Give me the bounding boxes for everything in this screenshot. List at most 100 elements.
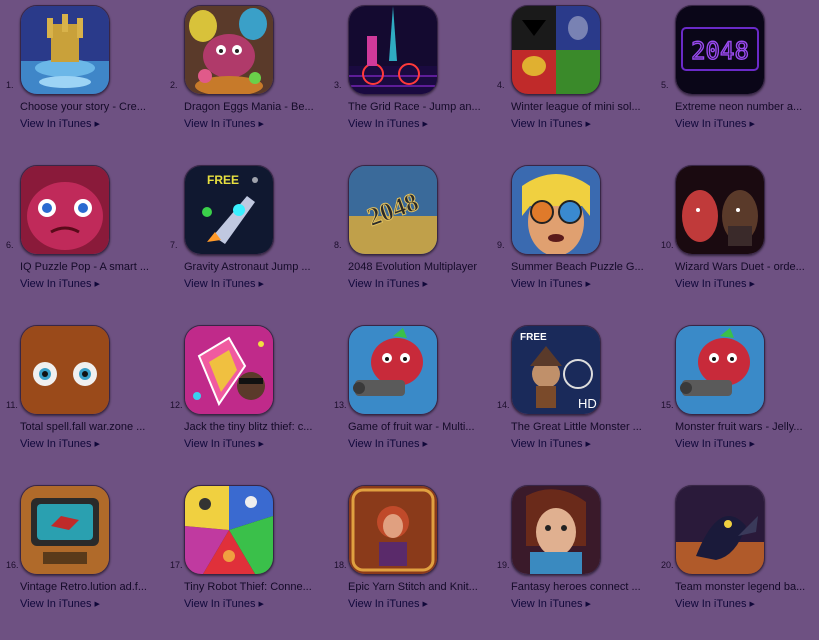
view-in-itunes-link[interactable]: View In iTunes ▶	[348, 278, 428, 290]
app-title[interactable]: Jack the tiny blitz thief: c...	[184, 421, 322, 433]
view-in-itunes-link[interactable]: View In iTunes ▶	[20, 438, 100, 450]
view-in-itunes-label: View In iTunes	[184, 598, 256, 610]
view-in-itunes-link[interactable]: View In iTunes ▶	[675, 438, 755, 450]
rocket-icon[interactable]: FREE	[184, 165, 274, 255]
sunglasses-girl-icon[interactable]	[511, 165, 601, 255]
view-in-itunes-link[interactable]: View In iTunes ▶	[20, 598, 100, 610]
gem-thief-icon[interactable]	[184, 325, 274, 415]
neon-2048-icon[interactable]: 2048	[675, 5, 765, 95]
app-title[interactable]: The Grid Race - Jump an...	[348, 101, 486, 113]
app-rank: 16.	[6, 560, 19, 570]
pink-monster-icon[interactable]	[20, 165, 110, 255]
superhero-masks-icon[interactable]	[511, 5, 601, 95]
chevron-right-icon: ▶	[94, 121, 100, 128]
chevron-right-icon: ▶	[422, 601, 428, 608]
chevron-right-icon: ▶	[749, 281, 755, 288]
app-tile: 1. Choose your story - Cre... View In iTun…	[0, 0, 164, 160]
robot-wheel-icon[interactable]	[184, 485, 274, 575]
2048-evolution-icon[interactable]: 2048	[348, 165, 438, 255]
fruit-gunner-icon[interactable]	[675, 325, 765, 415]
view-in-itunes-label: View In iTunes	[20, 438, 92, 450]
app-title[interactable]: Monster fruit wars - Jelly...	[675, 421, 813, 433]
view-in-itunes-link[interactable]: View In iTunes ▶	[184, 438, 264, 450]
castle-icon[interactable]	[20, 5, 110, 95]
view-in-itunes-label: View In iTunes	[20, 598, 92, 610]
app-rank: 14.	[497, 400, 510, 410]
orange-eyes-icon[interactable]	[20, 325, 110, 415]
view-in-itunes-link[interactable]: View In iTunes ▶	[348, 118, 428, 130]
view-in-itunes-link[interactable]: View In iTunes ▶	[511, 278, 591, 290]
view-in-itunes-link[interactable]: View In iTunes ▶	[184, 118, 264, 130]
view-in-itunes-link[interactable]: View In iTunes ▶	[20, 278, 100, 290]
svg-text:2048: 2048	[691, 37, 749, 65]
view-in-itunes-label: View In iTunes	[675, 438, 747, 450]
app-tile: 7. FREE Gravity Astronaut Jump ... View In …	[164, 160, 328, 320]
app-rank: 3.	[334, 80, 342, 90]
chevron-right-icon: ▶	[585, 601, 591, 608]
view-in-itunes-label: View In iTunes	[20, 278, 92, 290]
app-title[interactable]: Summer Beach Puzzle G...	[511, 261, 649, 273]
dragon-eggs-icon[interactable]	[184, 5, 274, 95]
wizard-faces-icon[interactable]	[675, 165, 765, 255]
app-tile: 11. Total spell.fall war.zone ... View In …	[0, 320, 164, 480]
app-title[interactable]: Dragon Eggs Mania - Be...	[184, 101, 322, 113]
app-tile: 5. 2048 Extreme neon number a... View In iT…	[655, 0, 819, 160]
view-in-itunes-label: View In iTunes	[511, 438, 583, 450]
chevron-right-icon: ▶	[585, 441, 591, 448]
chevron-right-icon: ▶	[749, 121, 755, 128]
app-title[interactable]: IQ Puzzle Pop - A smart ...	[20, 261, 158, 273]
app-title[interactable]: Choose your story - Cre...	[20, 101, 158, 113]
app-rank: 5.	[661, 80, 669, 90]
view-in-itunes-link[interactable]: View In iTunes ▶	[675, 598, 755, 610]
chevron-right-icon: ▶	[585, 281, 591, 288]
app-rank: 15.	[661, 400, 674, 410]
view-in-itunes-link[interactable]: View In iTunes ▶	[348, 598, 428, 610]
app-tile: 10. Wizard Wars Duet - orde... View In iTu…	[655, 160, 819, 320]
yarn-girl-icon[interactable]	[348, 485, 438, 575]
view-in-itunes-link[interactable]: View In iTunes ▶	[675, 278, 755, 290]
monster-legend-icon[interactable]	[675, 485, 765, 575]
app-title[interactable]: Team monster legend ba...	[675, 581, 813, 593]
view-in-itunes-link[interactable]: View In iTunes ▶	[348, 438, 428, 450]
view-in-itunes-label: View In iTunes	[184, 278, 256, 290]
app-title[interactable]: Tiny Robot Thief: Conne...	[184, 581, 322, 593]
chevron-right-icon: ▶	[749, 601, 755, 608]
view-in-itunes-link[interactable]: View In iTunes ▶	[184, 598, 264, 610]
view-in-itunes-label: View In iTunes	[184, 118, 256, 130]
retro-tv-icon[interactable]	[20, 485, 110, 575]
neon-biker-icon[interactable]	[348, 5, 438, 95]
app-title[interactable]: Gravity Astronaut Jump ...	[184, 261, 322, 273]
app-rank: 7.	[170, 240, 178, 250]
app-title[interactable]: Vintage Retro.lution ad.f...	[20, 581, 158, 593]
view-in-itunes-label: View In iTunes	[675, 598, 747, 610]
view-in-itunes-link[interactable]: View In iTunes ▶	[511, 118, 591, 130]
app-title[interactable]: Game of fruit war - Multi...	[348, 421, 486, 433]
app-tile: 17. Tiny Robot Thief: Conne... View In iTu…	[164, 480, 328, 640]
view-in-itunes-link[interactable]: View In iTunes ▶	[675, 118, 755, 130]
app-tile: 13. Game of fruit war - Multi... View In i…	[328, 320, 492, 480]
app-title[interactable]: Extreme neon number a...	[675, 101, 813, 113]
app-tile: 12. Jack the tiny blitz thief: c... View I…	[164, 320, 328, 480]
app-title[interactable]: Winter league of mini sol...	[511, 101, 649, 113]
scarecrow-icon[interactable]: FREE HD	[511, 325, 601, 415]
app-title[interactable]: Wizard Wars Duet - orde...	[675, 261, 813, 273]
fantasy-hero-icon[interactable]	[511, 485, 601, 575]
view-in-itunes-link[interactable]: View In iTunes ▶	[20, 118, 100, 130]
app-rank: 11.	[6, 400, 18, 410]
app-rank: 19.	[497, 560, 510, 570]
svg-text:FREE: FREE	[520, 332, 547, 343]
app-title[interactable]: Total spell.fall war.zone ...	[20, 421, 158, 433]
app-tile: 20. Team monster legend ba... View In iTun…	[655, 480, 819, 640]
app-title[interactable]: Fantasy heroes connect ...	[511, 581, 649, 593]
fruit-gunner-icon[interactable]	[348, 325, 438, 415]
view-in-itunes-link[interactable]: View In iTunes ▶	[511, 598, 591, 610]
view-in-itunes-link[interactable]: View In iTunes ▶	[184, 278, 264, 290]
view-in-itunes-link[interactable]: View In iTunes ▶	[511, 438, 591, 450]
app-title[interactable]: 2048 Evolution Multiplayer	[348, 261, 486, 273]
chevron-right-icon: ▶	[422, 281, 428, 288]
app-title[interactable]: Epic Yarn Stitch and Knit...	[348, 581, 486, 593]
app-title[interactable]: The Great Little Monster ...	[511, 421, 649, 433]
app-rank: 1.	[6, 80, 14, 90]
chevron-right-icon: ▶	[258, 441, 264, 448]
app-tile: 8. 2048 2048 Evolution Multiplayer View In …	[328, 160, 492, 320]
